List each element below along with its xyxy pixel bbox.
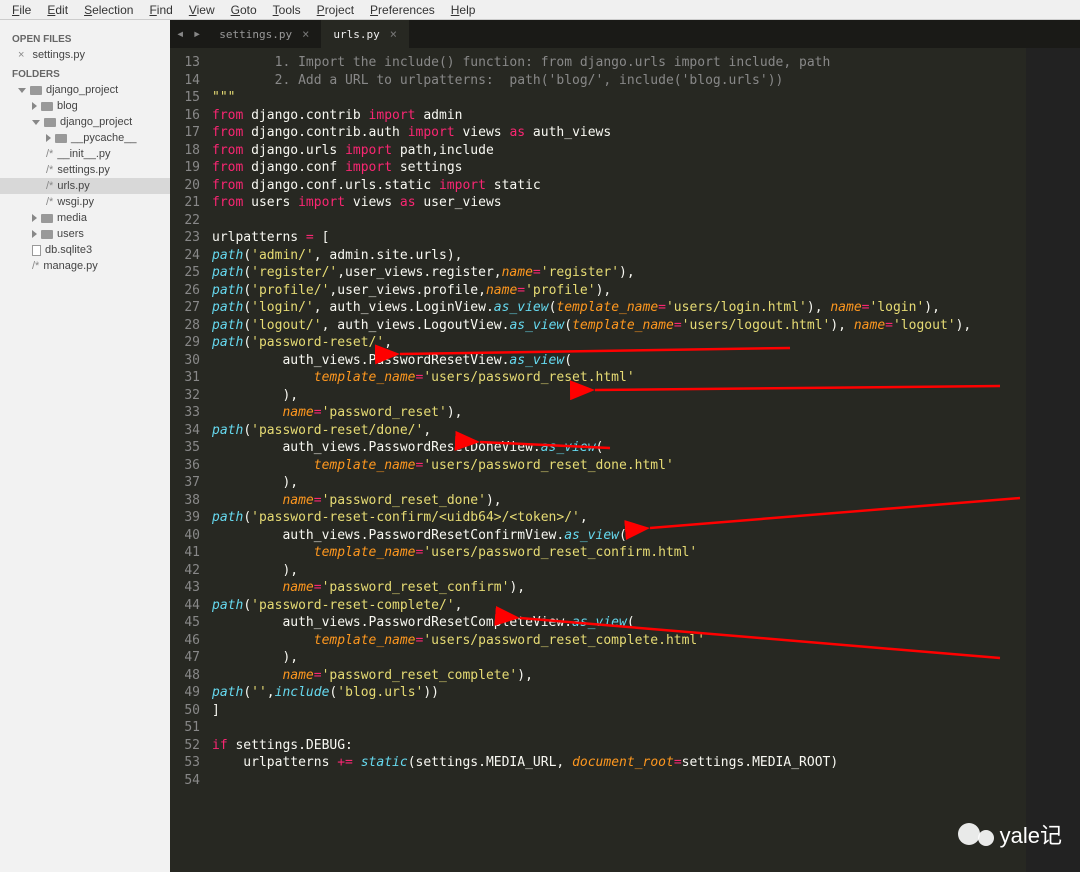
tree-label: wsgi.py: [57, 196, 94, 208]
tree-item[interactable]: /* wsgi.py: [0, 194, 170, 210]
chevron-icon: [46, 134, 51, 142]
editor: ◂ ▸ settings.py×urls.py× 13 14 15 16 17 …: [170, 20, 1080, 872]
python-file-icon: /*: [46, 180, 53, 192]
menu-preferences[interactable]: Preferences: [362, 3, 443, 17]
tree-item[interactable]: blog: [0, 98, 170, 114]
folder-icon: [44, 118, 56, 127]
tree-label: users: [57, 228, 84, 240]
menu-help[interactable]: Help: [443, 3, 484, 17]
tree-item[interactable]: media: [0, 210, 170, 226]
tree-item[interactable]: django_project: [0, 114, 170, 130]
folders-header: FOLDERS: [0, 67, 170, 82]
chevron-icon: [32, 102, 37, 110]
tree-label: blog: [57, 100, 78, 112]
chevron-down-icon: [18, 88, 26, 93]
chevron-icon: [32, 120, 40, 125]
tree-label: urls.py: [57, 180, 89, 192]
tree-item[interactable]: /* settings.py: [0, 162, 170, 178]
tree-item[interactable]: db.sqlite3: [0, 242, 170, 258]
tree-item[interactable]: __pycache__: [0, 130, 170, 146]
tree-item[interactable]: /* manage.py: [0, 258, 170, 274]
python-file-icon: /*: [46, 148, 53, 160]
tree-label: __init__.py: [57, 148, 110, 160]
chevron-icon: [32, 230, 37, 238]
tree-label: db.sqlite3: [45, 244, 92, 256]
watermark: yale记: [958, 818, 1062, 850]
close-icon[interactable]: ×: [18, 49, 24, 61]
menu-project[interactable]: Project: [309, 3, 362, 17]
code-content[interactable]: 1. Import the include() function: from d…: [208, 48, 1026, 872]
menu-view[interactable]: View: [181, 3, 223, 17]
menu-tools[interactable]: Tools: [265, 3, 309, 17]
minimap[interactable]: [1026, 48, 1080, 872]
tree-label: manage.py: [43, 260, 97, 272]
python-file-icon: /*: [32, 260, 39, 272]
folder-icon: [41, 214, 53, 223]
folder-label: django_project: [46, 84, 118, 96]
file-icon: [32, 245, 41, 256]
tree-label: django_project: [60, 116, 132, 128]
wechat-icon: [958, 823, 980, 845]
nav-arrows[interactable]: ◂ ▸: [170, 26, 207, 42]
tree-label: __pycache__: [71, 132, 136, 144]
watermark-text: yale记: [1000, 818, 1062, 850]
folder-icon: [55, 134, 67, 143]
menu-bar: FileEditSelectionFindViewGotoToolsProjec…: [0, 0, 1080, 20]
tree-label: media: [57, 212, 87, 224]
folder-root[interactable]: django_project: [0, 82, 170, 98]
folder-icon: [30, 86, 42, 95]
tree-item[interactable]: /* urls.py: [0, 178, 170, 194]
close-icon[interactable]: ×: [390, 27, 397, 41]
python-file-icon: /*: [46, 164, 53, 176]
sidebar: OPEN FILES ×settings.py FOLDERS django_p…: [0, 20, 170, 872]
menu-find[interactable]: Find: [141, 3, 180, 17]
tree-item[interactable]: users: [0, 226, 170, 242]
tree-label: settings.py: [57, 164, 110, 176]
tab[interactable]: urls.py×: [321, 20, 409, 48]
menu-file[interactable]: File: [4, 3, 39, 17]
open-files-header: OPEN FILES: [0, 32, 170, 47]
menu-selection[interactable]: Selection: [76, 3, 141, 17]
close-icon[interactable]: ×: [302, 27, 309, 41]
folder-icon: [41, 230, 53, 239]
menu-edit[interactable]: Edit: [39, 3, 76, 17]
menu-goto[interactable]: Goto: [223, 3, 265, 17]
tab[interactable]: settings.py×: [207, 20, 321, 48]
open-file[interactable]: ×settings.py: [0, 47, 170, 63]
folder-icon: [41, 102, 53, 111]
line-gutter: 13 14 15 16 17 18 19 20 21 22 23 24 25 2…: [170, 48, 208, 872]
python-file-icon: /*: [46, 196, 53, 208]
tree-item[interactable]: /* __init__.py: [0, 146, 170, 162]
chevron-icon: [32, 214, 37, 222]
tab-bar: ◂ ▸ settings.py×urls.py×: [170, 20, 1080, 48]
